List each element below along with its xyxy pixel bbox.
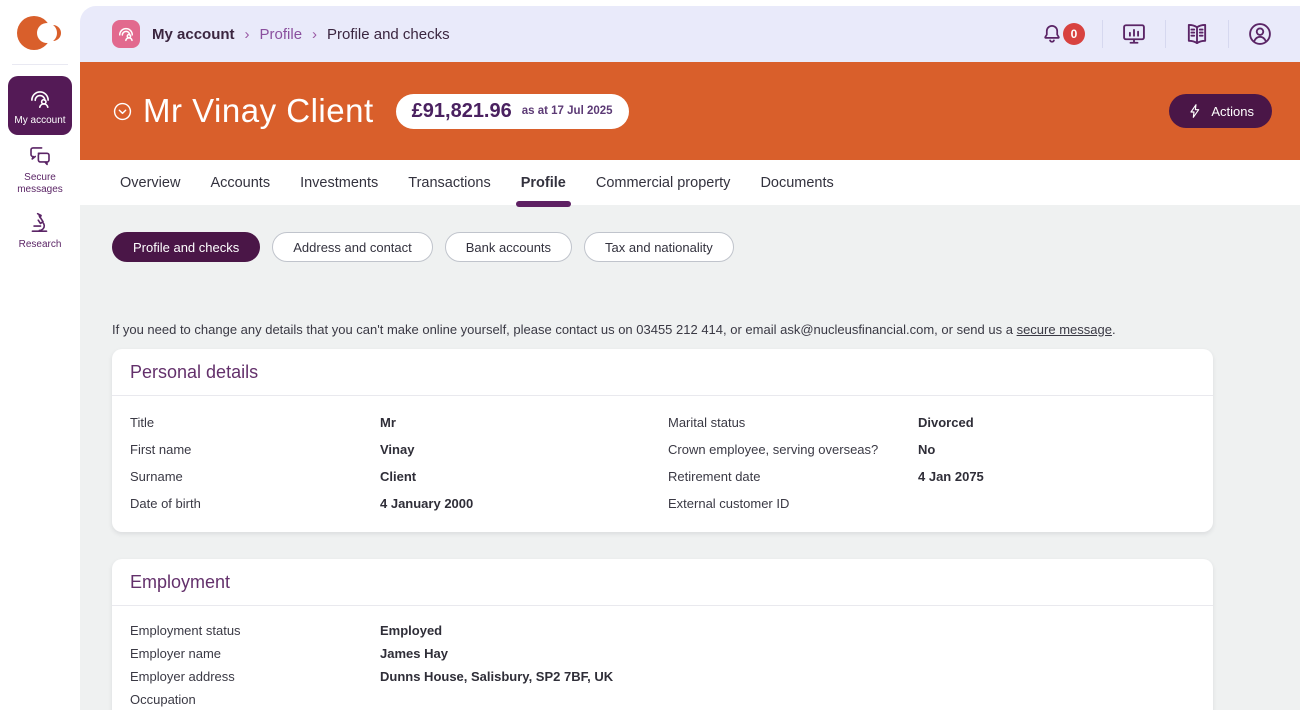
personal-details-card: Personal details Title Mr Marital status… xyxy=(112,349,1213,532)
detail-label: Marital status xyxy=(668,409,918,436)
detail-label: Occupation xyxy=(130,688,380,711)
breadcrumb-separator: › xyxy=(245,26,250,43)
subtab-tax-and-nationality[interactable]: Tax and nationality xyxy=(584,232,734,262)
detail-value: 4 January 2000 xyxy=(380,490,668,517)
detail-label: External customer ID xyxy=(668,490,918,517)
detail-label: Crown employee, serving overseas? xyxy=(668,436,918,463)
tab-investments[interactable]: Investments xyxy=(300,160,378,205)
sidebar-divider xyxy=(12,64,68,65)
contact-notice-period: . xyxy=(1112,322,1116,337)
tab-documents[interactable]: Documents xyxy=(760,160,833,205)
personal-details-grid: Title Mr Marital status Divorced First n… xyxy=(130,409,1195,517)
subtab-bank-accounts[interactable]: Bank accounts xyxy=(445,232,572,262)
sidebar-item-label: Secure messages xyxy=(6,172,74,196)
library-icon xyxy=(1183,20,1211,48)
employment-card: Employment Employment status Employed Em… xyxy=(112,559,1213,715)
detail-value: Employed xyxy=(380,619,1195,642)
topbar-divider xyxy=(1165,20,1166,48)
notifications-button[interactable]: 0 xyxy=(1039,21,1085,47)
monitor-chart-icon xyxy=(1120,20,1148,48)
microscope-icon xyxy=(27,210,53,236)
detail-value: Client xyxy=(380,463,668,490)
breadcrumb-my-account[interactable]: My account xyxy=(152,26,235,43)
breadcrumb: My account › Profile › Profile and check… xyxy=(152,26,450,43)
sidebar: My account Secure messages Research xyxy=(0,0,80,715)
tab-transactions[interactable]: Transactions xyxy=(408,160,490,205)
detail-value: No xyxy=(918,436,1195,463)
detail-label: Employer address xyxy=(130,665,380,688)
breadcrumb-current-page: Profile and checks xyxy=(327,26,450,43)
detail-label: Title xyxy=(130,409,380,436)
sidebar-item-label: Research xyxy=(6,239,74,251)
fingerprint-person-icon xyxy=(27,86,53,112)
lightning-bolt-icon xyxy=(1187,103,1203,119)
bottom-strip xyxy=(0,710,1300,715)
card-title: Personal details xyxy=(112,349,1213,396)
detail-label: Employer name xyxy=(130,642,380,665)
account-menu-button[interactable] xyxy=(1246,20,1274,48)
bell-icon xyxy=(1039,21,1065,47)
detail-value xyxy=(918,490,1195,517)
detail-label: Employment status xyxy=(130,619,380,642)
detail-label: Date of birth xyxy=(130,490,380,517)
app-window: My account Secure messages Research xyxy=(0,0,1300,715)
detail-value: Vinay xyxy=(380,436,668,463)
portfolio-value: £91,821.96 xyxy=(412,100,512,123)
tab-overview[interactable]: Overview xyxy=(120,160,180,205)
sidebar-item-my-account[interactable]: My account xyxy=(8,76,72,135)
subtab-profile-and-checks[interactable]: Profile and checks xyxy=(112,232,260,262)
detail-value xyxy=(380,688,1195,711)
portfolio-value-pill: £91,821.96 as at 17 Jul 2025 xyxy=(396,94,629,129)
topbar-divider xyxy=(1228,20,1229,48)
fingerprint-person-icon xyxy=(116,24,136,44)
detail-label: Surname xyxy=(130,463,380,490)
main-content: Profile and checks Address and contact B… xyxy=(80,205,1300,710)
breadcrumb-section-icon[interactable] xyxy=(112,20,140,48)
contact-notice-text: If you need to change any details that y… xyxy=(112,322,1017,337)
notification-count-badge: 0 xyxy=(1063,23,1085,45)
client-banner: Mr Vinay Client £91,821.96 as at 17 Jul … xyxy=(80,62,1300,160)
top-bar: My account › Profile › Profile and check… xyxy=(80,6,1300,62)
detail-value: James Hay xyxy=(380,642,1195,665)
valuation-date: as at 17 Jul 2025 xyxy=(522,105,613,117)
tab-accounts[interactable]: Accounts xyxy=(210,160,270,205)
sidebar-item-research[interactable]: Research xyxy=(6,210,74,251)
detail-value: Mr xyxy=(380,409,668,436)
secure-message-link[interactable]: secure message xyxy=(1017,322,1112,337)
tab-commercial-property[interactable]: Commercial property xyxy=(596,160,731,205)
client-selector-toggle[interactable] xyxy=(112,101,133,122)
nucleus-logo[interactable] xyxy=(17,15,63,51)
sidebar-item-secure-messages[interactable]: Secure messages xyxy=(6,143,74,196)
client-name: Mr Vinay Client xyxy=(143,92,374,130)
detail-value: Divorced xyxy=(918,409,1195,436)
profile-subtabs: Profile and checks Address and contact B… xyxy=(80,205,1300,262)
topbar-actions: 0 xyxy=(1039,20,1274,48)
detail-value: Dunns House, Salisbury, SP2 7BF, UK xyxy=(380,665,1195,688)
detail-label: First name xyxy=(130,436,380,463)
tab-profile[interactable]: Profile xyxy=(521,160,566,205)
dashboard-button[interactable] xyxy=(1120,20,1148,48)
detail-value: 4 Jan 2075 xyxy=(918,463,1195,490)
breadcrumb-separator: › xyxy=(312,26,317,43)
card-title: Employment xyxy=(112,559,1213,606)
logo-circle-white xyxy=(37,23,57,43)
client-tabs: Overview Accounts Investments Transactio… xyxy=(80,160,1300,205)
breadcrumb-profile[interactable]: Profile xyxy=(260,26,303,43)
library-button[interactable] xyxy=(1183,20,1211,48)
topbar-divider xyxy=(1102,20,1103,48)
subtab-address-and-contact[interactable]: Address and contact xyxy=(272,232,433,262)
chat-bubbles-icon xyxy=(27,143,53,169)
employment-grid: Employment status Employed Employer name… xyxy=(130,619,1195,711)
account-icon xyxy=(1246,20,1274,48)
detail-label: Retirement date xyxy=(668,463,918,490)
chevron-down-circle-icon xyxy=(112,101,133,122)
actions-button-label: Actions xyxy=(1211,104,1254,119)
sidebar-item-label: My account xyxy=(8,115,72,127)
contact-notice: If you need to change any details that y… xyxy=(112,322,1300,337)
actions-button[interactable]: Actions xyxy=(1169,94,1272,128)
